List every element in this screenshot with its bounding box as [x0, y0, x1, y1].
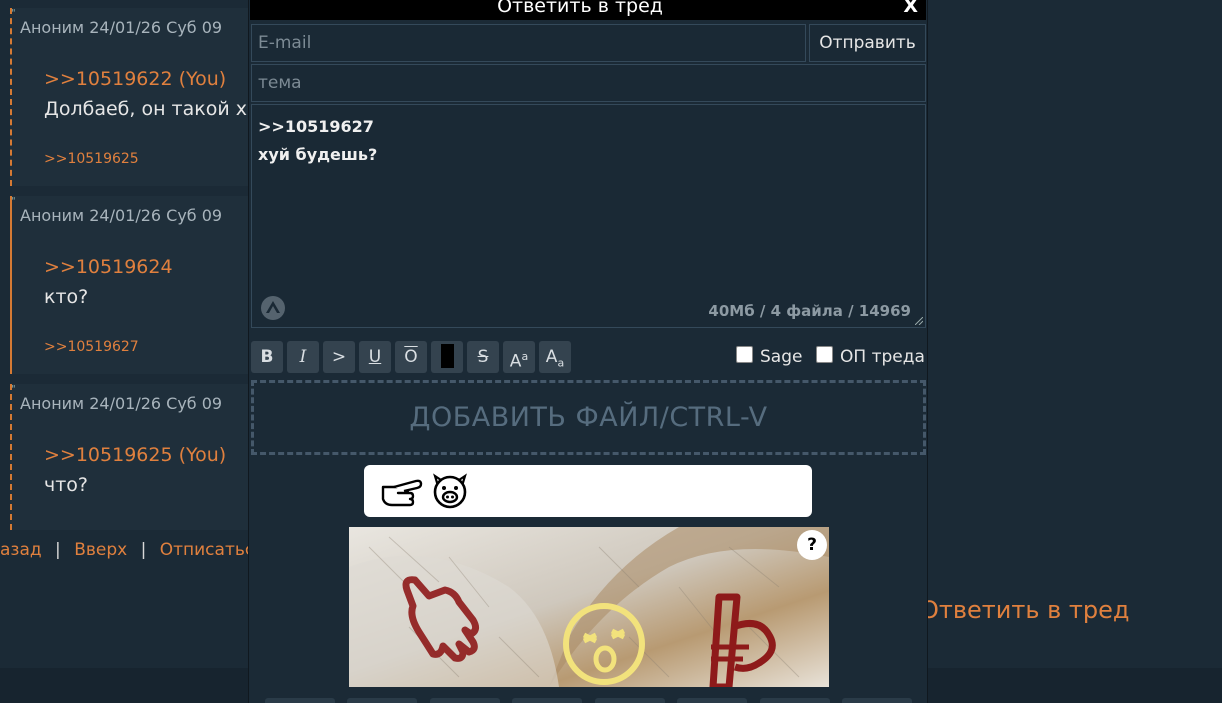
post: " Аноним 24/01/26 Суб 09 >>10519624 кто?…	[10, 196, 250, 374]
post-header: Аноним 24/01/26 Суб 09	[20, 394, 223, 413]
pointing-hand-icon	[381, 479, 423, 507]
post-reply-link[interactable]: >>10519625	[44, 151, 139, 167]
italic-button[interactable]: I	[287, 341, 319, 373]
superscript-label: A	[509, 351, 522, 372]
strike-label: S	[477, 347, 489, 367]
sage-label: Sage	[760, 347, 803, 367]
post-marker: "	[11, 8, 16, 19]
post-text: Долбаеб, он такой х	[44, 98, 247, 120]
nav-separator: |	[140, 540, 147, 560]
post-reflink[interactable]: >>10519622 (You)	[44, 68, 226, 90]
spoiler-button[interactable]	[431, 341, 463, 373]
underline-button[interactable]: U	[359, 341, 391, 373]
post: " Аноним 24/01/26 Суб 09 >>10519625 (You…	[10, 384, 250, 530]
underline-label: U	[368, 347, 382, 367]
post-reflink[interactable]: >>10519625 (You)	[44, 444, 226, 466]
subscript-mark: a	[557, 356, 565, 370]
subscript-button[interactable]: Aa	[539, 341, 571, 373]
overline-button[interactable]: O	[395, 341, 427, 373]
post-text: кто?	[44, 286, 89, 308]
superscript-button[interactable]: Aa	[503, 341, 535, 373]
superscript-mark: a	[521, 350, 529, 363]
post-reply-link[interactable]: >>10519627	[44, 339, 139, 355]
form-button[interactable]	[677, 698, 747, 703]
reply-form-title: Ответить в тред	[497, 0, 663, 17]
form-button[interactable]	[842, 698, 912, 703]
email-input[interactable]	[251, 24, 806, 62]
italic-label: I	[299, 347, 307, 367]
quote-label: >	[331, 347, 347, 367]
form-button[interactable]	[265, 698, 335, 703]
post-marker: "	[11, 384, 16, 395]
overline-label: O	[404, 347, 418, 367]
message-line: хуй будешь?	[258, 145, 378, 164]
quote-button[interactable]: >	[323, 341, 355, 373]
flag-icon	[709, 593, 776, 687]
op-checkbox[interactable]: ОП треда	[816, 346, 925, 367]
resize-handle-icon[interactable]	[915, 317, 923, 325]
post-header: Аноним 24/01/26 Суб 09	[20, 18, 223, 37]
pig-face-icon	[433, 473, 467, 509]
logo-icon	[261, 296, 285, 320]
captcha-help-button[interactable]: ?	[797, 530, 827, 560]
dizzy-face-icon	[563, 603, 645, 685]
form-button[interactable]	[347, 698, 417, 703]
captcha-answer-box[interactable]	[364, 465, 812, 517]
close-icon[interactable]: X	[903, 0, 918, 17]
subscript-label: A	[545, 347, 558, 367]
post-reflink[interactable]: >>10519624	[44, 256, 173, 278]
file-dropzone[interactable]: ДОБАВИТЬ ФАЙЛ/CTRL-V	[251, 380, 926, 455]
op-checkbox-box[interactable]	[816, 346, 833, 363]
reply-thread-link[interactable]: Ответить в тред	[920, 596, 1129, 624]
message-line: >>10519627	[258, 117, 374, 136]
nav-separator: |	[55, 540, 61, 560]
subject-input[interactable]	[251, 64, 926, 102]
sage-checkbox-box[interactable]	[736, 346, 753, 363]
form-button[interactable]	[595, 698, 665, 703]
post-marker: "	[11, 196, 16, 207]
sage-checkbox[interactable]: Sage	[736, 346, 802, 367]
message-textarea[interactable]: >>10519627 хуй будешь? 40Мб / 4 файла / …	[251, 104, 926, 328]
pointing-down-hand-icon	[402, 576, 480, 662]
post-header: Аноним 24/01/26 Суб 09	[20, 206, 223, 225]
spoiler-icon	[440, 344, 454, 368]
captcha-image[interactable]	[349, 527, 829, 687]
post-text: что?	[44, 474, 89, 496]
send-button[interactable]: Отправить	[809, 24, 926, 62]
bold-label: B	[260, 347, 274, 367]
up-link[interactable]: Вверх	[74, 540, 127, 560]
thread-nav: азад | Вверх | Отписаться	[0, 540, 264, 560]
bold-button[interactable]: B	[251, 341, 283, 373]
post: " Аноним 24/01/26 Суб 09 >>10519622 (You…	[10, 8, 250, 186]
form-button[interactable]	[512, 698, 582, 703]
strike-button[interactable]: S	[467, 341, 499, 373]
reply-form-titlebar[interactable]: Ответить в тред X	[250, 0, 926, 20]
back-link[interactable]: азад	[0, 540, 42, 560]
form-button[interactable]	[760, 698, 830, 703]
form-button[interactable]	[430, 698, 500, 703]
op-label: ОП треда	[840, 347, 925, 367]
message-counter: 40Мб / 4 файла / 14969	[708, 302, 911, 320]
